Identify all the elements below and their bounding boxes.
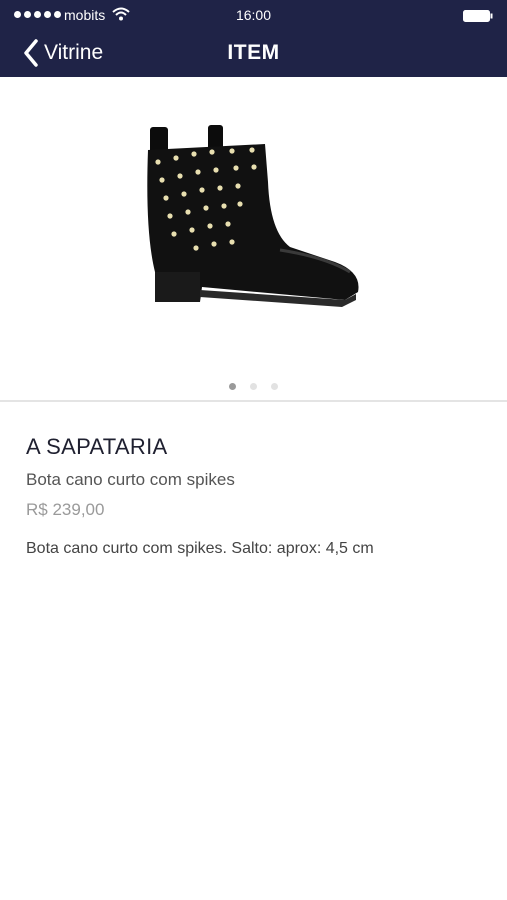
product-name: Bota cano curto com spikes [26, 470, 235, 489]
pager-dot[interactable] [250, 383, 257, 390]
header: mobits 16:00 Vitrine ITEM [0, 0, 507, 77]
navigation-bar: Vitrine ITEM [0, 32, 507, 77]
pager-dot[interactable] [229, 383, 236, 390]
status-time: 16:00 [235, 7, 272, 23]
item-screen: mobits 16:00 Vitrine ITEM A SAPATARIA Bo… [0, 0, 507, 900]
carousel-pager [0, 383, 507, 390]
product-description: Bota cano curto com spikes. Salto: aprox… [26, 540, 374, 557]
status-bar: mobits 16:00 [0, 0, 507, 32]
page-title: ITEM [227, 41, 280, 64]
ankle-boot-image [147, 125, 359, 307]
product-details: A SAPATARIA Bota cano curto com spikes R… [26, 434, 486, 558]
pager-dot[interactable] [271, 383, 278, 390]
divider [0, 400, 507, 402]
product-price: R$ 239,00 [26, 500, 105, 519]
image-carousel[interactable] [0, 77, 507, 400]
battery-icon [463, 10, 493, 22]
product-brand: A SAPATARIA [26, 434, 168, 459]
